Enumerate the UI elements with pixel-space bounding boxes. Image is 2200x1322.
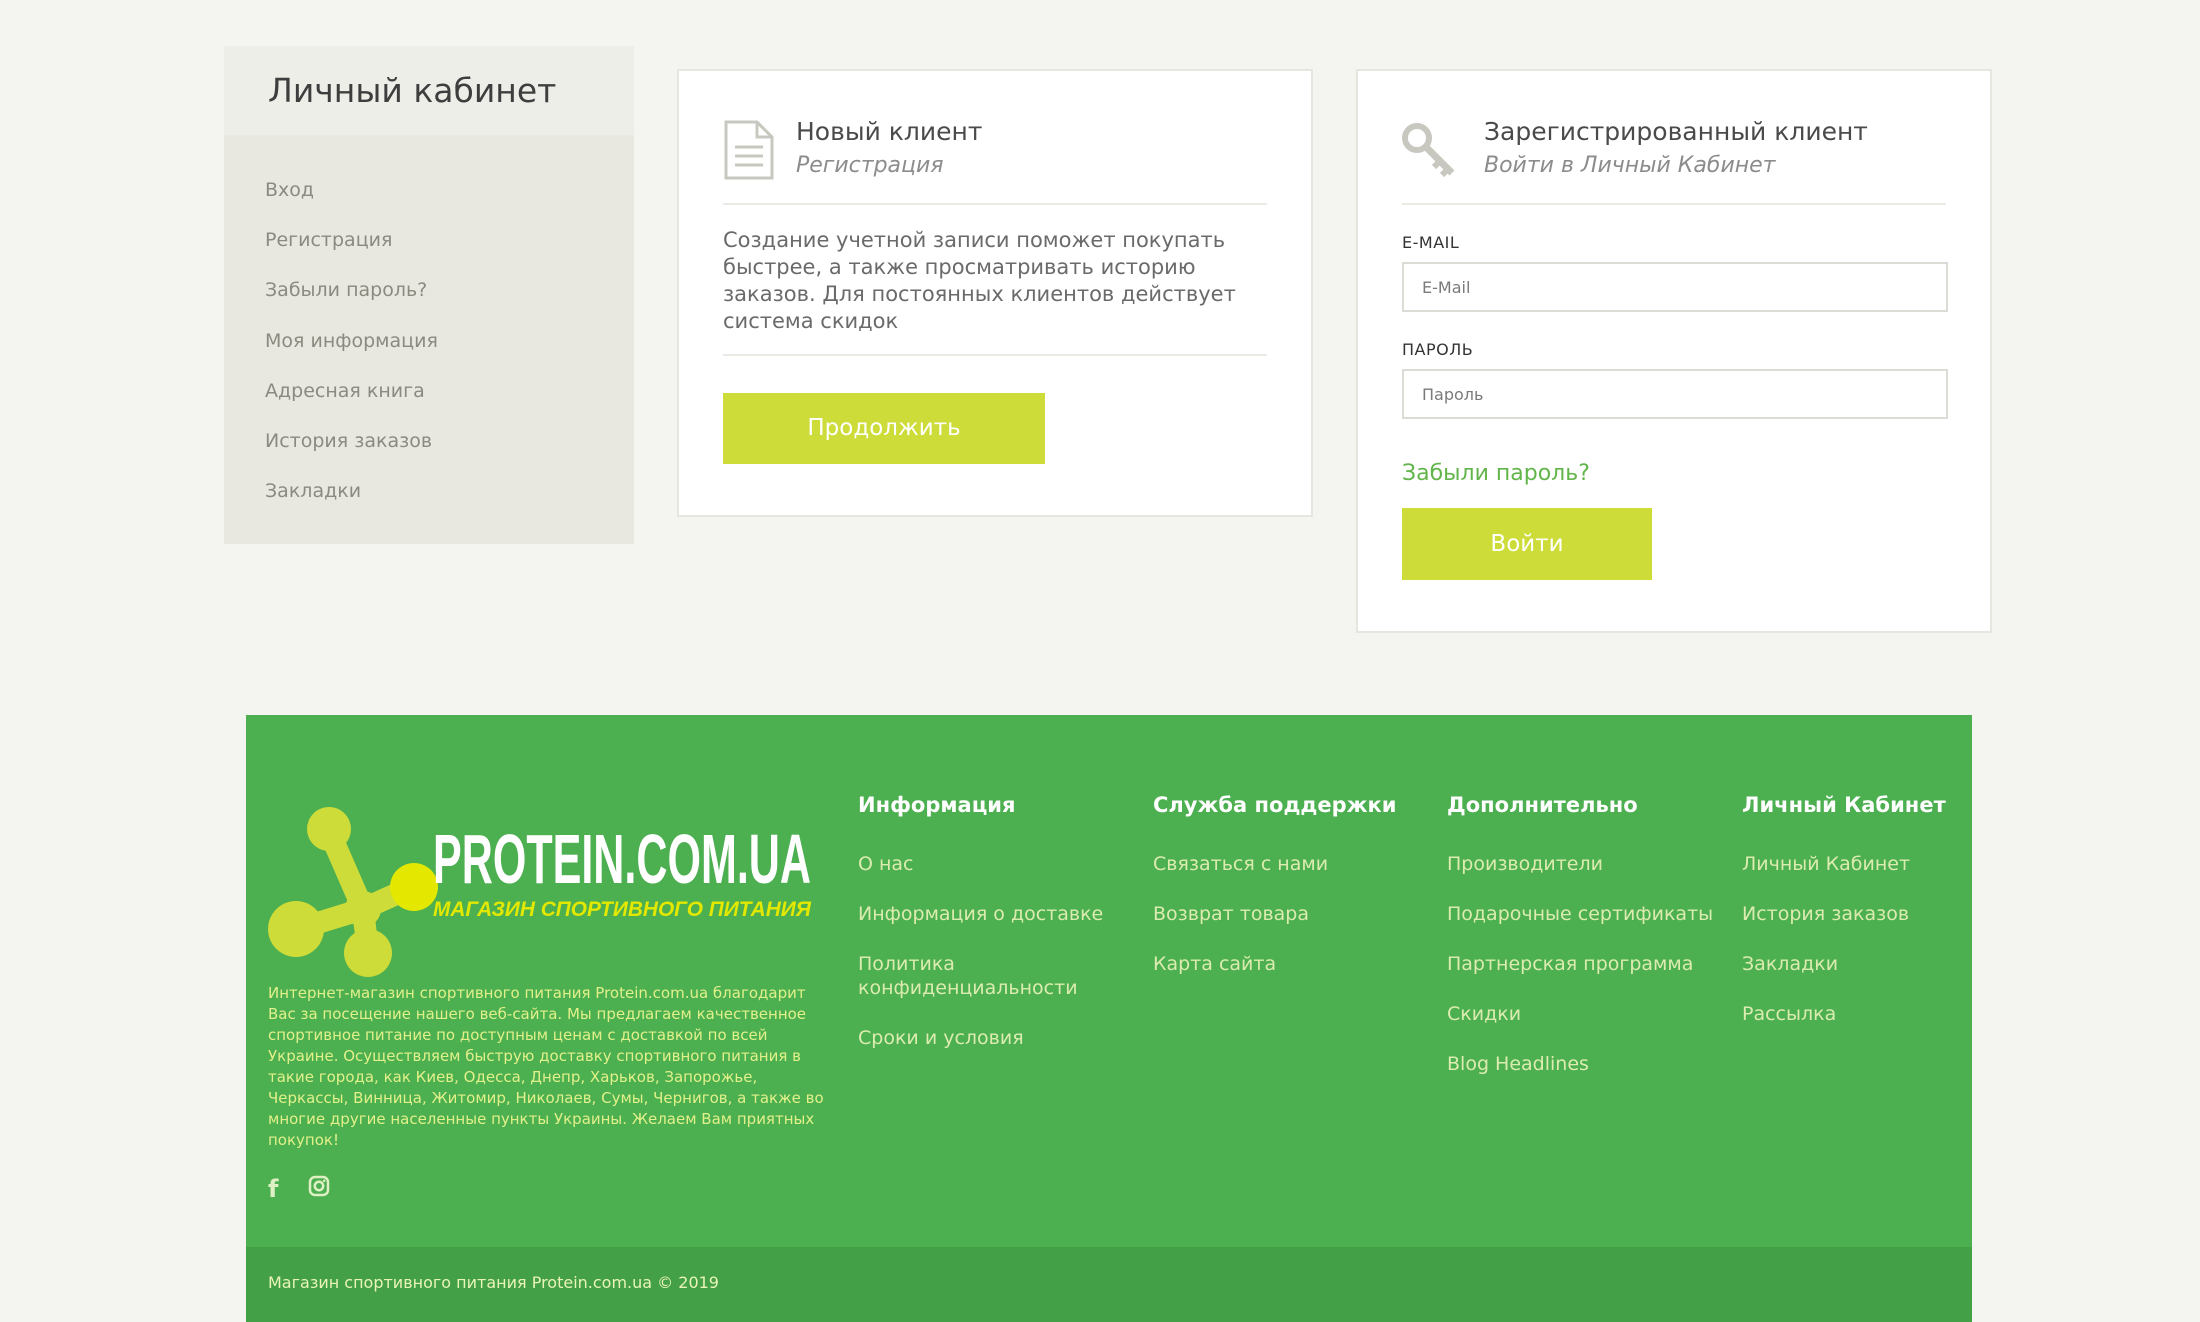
footer-link[interactable]: Информация о доставке bbox=[858, 902, 1128, 926]
footer-link[interactable]: Скидки bbox=[1447, 1002, 1717, 1026]
continue-button[interactable]: Продолжить bbox=[723, 393, 1045, 464]
footer-link[interactable]: Подарочные сертификаты bbox=[1447, 902, 1717, 926]
footer-link[interactable]: История заказов bbox=[1742, 902, 2012, 926]
footer-link[interactable]: Blog Headlines bbox=[1447, 1052, 1717, 1076]
footer-link[interactable]: Партнерская программа bbox=[1447, 952, 1717, 976]
footer-link[interactable]: Возврат товара bbox=[1153, 902, 1423, 926]
divider bbox=[1402, 203, 1946, 205]
document-icon bbox=[723, 119, 775, 185]
footer-link[interactable]: Политика конфиденциальности bbox=[858, 952, 1128, 1000]
sidebar-title: Личный кабинет bbox=[224, 46, 634, 135]
footer-link[interactable]: Закладки bbox=[1742, 952, 2012, 976]
sidebar-item-forgot-password[interactable]: Забыли пароль? bbox=[224, 265, 634, 315]
footer-link[interactable]: Связаться с нами bbox=[1153, 852, 1423, 876]
sidebar-item-login[interactable]: Вход bbox=[224, 165, 634, 215]
footer-link[interactable]: Сроки и условия bbox=[858, 1026, 1128, 1050]
divider bbox=[723, 354, 1267, 356]
footer-link[interactable]: Производители bbox=[1447, 852, 1717, 876]
copyright-text: Магазин спортивного питания Protein.com.… bbox=[268, 1273, 719, 1292]
footer-column-heading: Личный Кабинет bbox=[1742, 793, 1946, 817]
footer-column-support: Служба поддержки Связаться с нами Возвра… bbox=[1153, 793, 1423, 1002]
logo-molecule-icon bbox=[268, 807, 438, 977]
footer-bottom-bar: Магазин спортивного питания Protein.com.… bbox=[246, 1247, 1972, 1322]
password-input[interactable] bbox=[1402, 369, 1948, 419]
footer-column-heading: Служба поддержки bbox=[1153, 793, 1397, 817]
login-button[interactable]: Войти bbox=[1402, 508, 1652, 580]
site-footer: PROTEIN.COM.UA МАГАЗИН СПОРТИВНОГО ПИТАН… bbox=[246, 715, 1972, 1322]
svg-text:PROTEIN.COM.UA: PROTEIN.COM.UA bbox=[433, 820, 811, 898]
sidebar-item-address-book[interactable]: Адресная книга bbox=[224, 366, 634, 416]
footer-link[interactable]: Карта сайта bbox=[1153, 952, 1423, 976]
sidebar-item-register[interactable]: Регистрация bbox=[224, 215, 634, 265]
password-label: ПАРОЛЬ bbox=[1402, 340, 1474, 359]
footer-column-heading: Информация bbox=[858, 793, 1016, 817]
registered-client-title: Зарегистрированный клиент bbox=[1484, 117, 1868, 146]
sidebar-item-my-info[interactable]: Моя информация bbox=[224, 316, 634, 366]
registered-client-panel: Зарегистрированный клиент Войти в Личный… bbox=[1356, 69, 1992, 633]
facebook-icon[interactable]: f bbox=[268, 1175, 278, 1203]
sidebar-item-order-history[interactable]: История заказов bbox=[224, 416, 634, 466]
new-client-title: Новый клиент bbox=[796, 117, 983, 146]
footer-link[interactable]: Личный Кабинет bbox=[1742, 852, 2012, 876]
footer-column-heading: Дополнительно bbox=[1447, 793, 1638, 817]
footer-column-account: Личный Кабинет Личный Кабинет История за… bbox=[1742, 793, 2012, 1052]
footer-link[interactable]: О нас bbox=[858, 852, 1128, 876]
site-logo[interactable]: PROTEIN.COM.UA МАГАЗИН СПОРТИВНОГО ПИТАН… bbox=[268, 803, 838, 982]
sidebar-menu: Вход Регистрация Забыли пароль? Моя инфо… bbox=[224, 135, 634, 516]
registered-client-subtitle: Войти в Личный Кабинет bbox=[1484, 153, 1776, 178]
footer-link[interactable]: Рассылка bbox=[1742, 1002, 2012, 1026]
instagram-icon[interactable] bbox=[308, 1175, 330, 1203]
divider bbox=[723, 203, 1267, 205]
footer-column-info: Информация О нас Информация о доставке П… bbox=[858, 793, 1128, 1076]
svg-text:МАГАЗИН СПОРТИВНОГО ПИТАНИЯ: МАГАЗИН СПОРТИВНОГО ПИТАНИЯ bbox=[433, 898, 812, 921]
footer-column-extras: Дополнительно Производители Подарочные с… bbox=[1447, 793, 1717, 1102]
email-label: E-MAIL bbox=[1402, 233, 1460, 252]
footer-about-text: Интернет-магазин спортивного питания Pro… bbox=[268, 984, 824, 1149]
account-sidebar: Личный кабинет Вход Регистрация Забыли п… bbox=[224, 46, 634, 544]
new-client-subtitle: Регистрация bbox=[796, 153, 944, 178]
new-client-panel: Новый клиент Регистрация Создание учетно… bbox=[677, 69, 1313, 517]
sidebar-item-bookmarks[interactable]: Закладки bbox=[224, 466, 634, 516]
key-icon bbox=[1400, 121, 1460, 183]
forgot-password-link[interactable]: Забыли пароль? bbox=[1402, 461, 1590, 486]
email-input[interactable] bbox=[1402, 262, 1948, 312]
new-client-description: Создание учетной записи поможет покупать… bbox=[723, 228, 1236, 333]
